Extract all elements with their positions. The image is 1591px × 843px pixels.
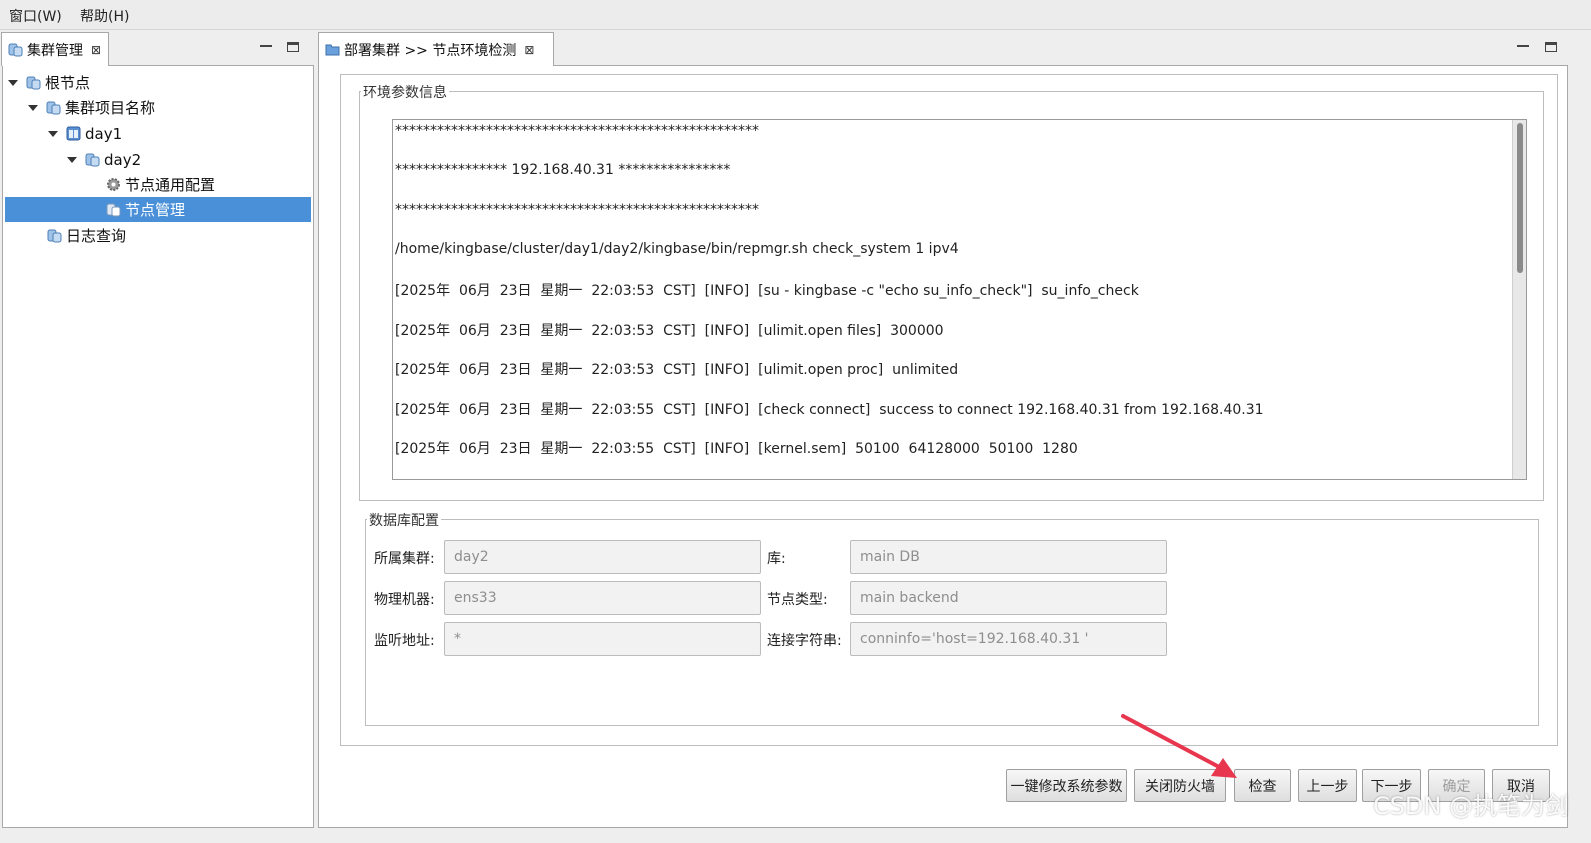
listen-address-field[interactable]: *	[444, 622, 761, 656]
menu-help[interactable]: 帮助(H)	[80, 6, 129, 26]
close-icon[interactable]: ⊠	[524, 43, 534, 57]
tab-cluster-management[interactable]: 集群管理 ⊠	[1, 32, 109, 66]
env-params-title: 环境参数信息	[361, 82, 449, 102]
conn-string-field[interactable]: conninfo='host=192.168.40.31 '	[850, 622, 1167, 656]
minimize-icon[interactable]	[260, 41, 272, 47]
tree-item-day1[interactable]: day1	[48, 121, 122, 146]
cluster-icon	[47, 228, 62, 243]
expand-arrow-icon[interactable]	[28, 104, 38, 111]
maximize-icon[interactable]	[1545, 42, 1557, 52]
log-line: [2025年 06月 23日 星期一 22:03:53 CST] [INFO] …	[395, 323, 944, 339]
button-label: 一键修改系统参数	[1010, 778, 1123, 795]
minimize-icon[interactable]	[1517, 41, 1529, 47]
tree-item-label: day1	[85, 124, 123, 143]
tree-item-label: 节点通用配置	[125, 176, 216, 194]
conn-string-label: 连接字符串:	[767, 633, 842, 649]
database-label: 库:	[767, 551, 786, 567]
close-icon[interactable]: ⊠	[91, 43, 101, 57]
menu-window[interactable]: 窗口(W)	[9, 6, 62, 26]
server-group-icon	[66, 126, 81, 141]
tab-label: 部署集群 >> 节点环境检测	[344, 42, 517, 59]
cluster-icon	[85, 152, 100, 167]
tree-item-label: day2	[104, 150, 142, 169]
tree-item-label: 根节点	[45, 74, 91, 92]
tree-item-root[interactable]: 根节点	[8, 70, 90, 95]
gear-icon	[106, 177, 121, 192]
maximize-icon[interactable]	[287, 42, 299, 52]
cluster-icon	[26, 75, 41, 90]
database-field[interactable]: main DB	[850, 540, 1167, 574]
log-line: /home/kingbase/cluster/day1/day2/kingbas…	[395, 241, 959, 257]
tree-item-label: 节点管理	[125, 201, 186, 219]
cluster-label: 所属集群:	[374, 551, 435, 567]
modify-system-params-button[interactable]: 一键修改系统参数	[1006, 769, 1127, 802]
folder-icon	[325, 42, 340, 57]
log-textarea[interactable]: ****************************************…	[392, 119, 1527, 480]
machine-field[interactable]: ens33	[444, 581, 761, 615]
cluster-field[interactable]: day2	[444, 540, 761, 574]
tree-item-project[interactable]: 集群项目名称	[28, 95, 155, 120]
log-line: [2025年 06月 23日 星期一 22:03:55 CST] [INFO] …	[395, 441, 1078, 457]
tree-item-label: 集群项目名称	[65, 99, 156, 117]
listen-address-label: 监听地址:	[374, 633, 435, 649]
log-line: **************** 192.168.40.31 *********…	[395, 162, 731, 178]
scrollbar[interactable]	[1512, 120, 1526, 479]
expand-arrow-icon[interactable]	[67, 156, 77, 163]
log-line: [2025年 06月 23日 星期一 22:03:53 CST] [INFO] …	[395, 362, 959, 378]
prev-step-button[interactable]: 上一步	[1298, 769, 1357, 802]
log-line: ****************************************…	[395, 202, 759, 218]
expand-arrow-icon[interactable]	[48, 130, 58, 137]
tree-item-day2[interactable]: day2	[67, 147, 141, 172]
node-type-field[interactable]: main backend	[850, 581, 1167, 615]
machine-label: 物理机器:	[374, 592, 435, 608]
tab-node-env-check[interactable]: 部署集群 >> 节点环境检测 ⊠	[318, 32, 554, 66]
node-icon	[106, 202, 121, 217]
log-line: ****************************************…	[395, 123, 759, 139]
tree-item-label: 日志查询	[66, 227, 127, 245]
expand-arrow-icon[interactable]	[8, 79, 18, 86]
tab-label: 集群管理	[27, 42, 83, 59]
cluster-icon	[8, 42, 23, 57]
tree-item-node-config[interactable]: 节点通用配置	[106, 172, 215, 197]
log-line: [2025年 06月 23日 星期一 22:03:53 CST] [INFO] …	[395, 283, 1139, 299]
watermark: CSDN @执笔为剑	[1372, 792, 1569, 820]
cluster-icon	[46, 100, 61, 115]
node-type-label: 节点类型:	[767, 592, 828, 608]
button-label: 上一步	[1306, 778, 1349, 795]
scrollbar-thumb[interactable]	[1517, 123, 1523, 273]
log-line: [2025年 06月 23日 星期一 22:03:55 CST] [INFO] …	[395, 402, 1264, 418]
db-config-title: 数据库配置	[367, 510, 441, 530]
annotation-arrow-icon	[1121, 714, 1237, 778]
menu-bar: 窗口(W) 帮助(H)	[0, 0, 1591, 30]
tree-item-node-management[interactable]: 节点管理	[5, 197, 311, 222]
tree-item-log-query[interactable]: 日志查询	[47, 223, 126, 248]
